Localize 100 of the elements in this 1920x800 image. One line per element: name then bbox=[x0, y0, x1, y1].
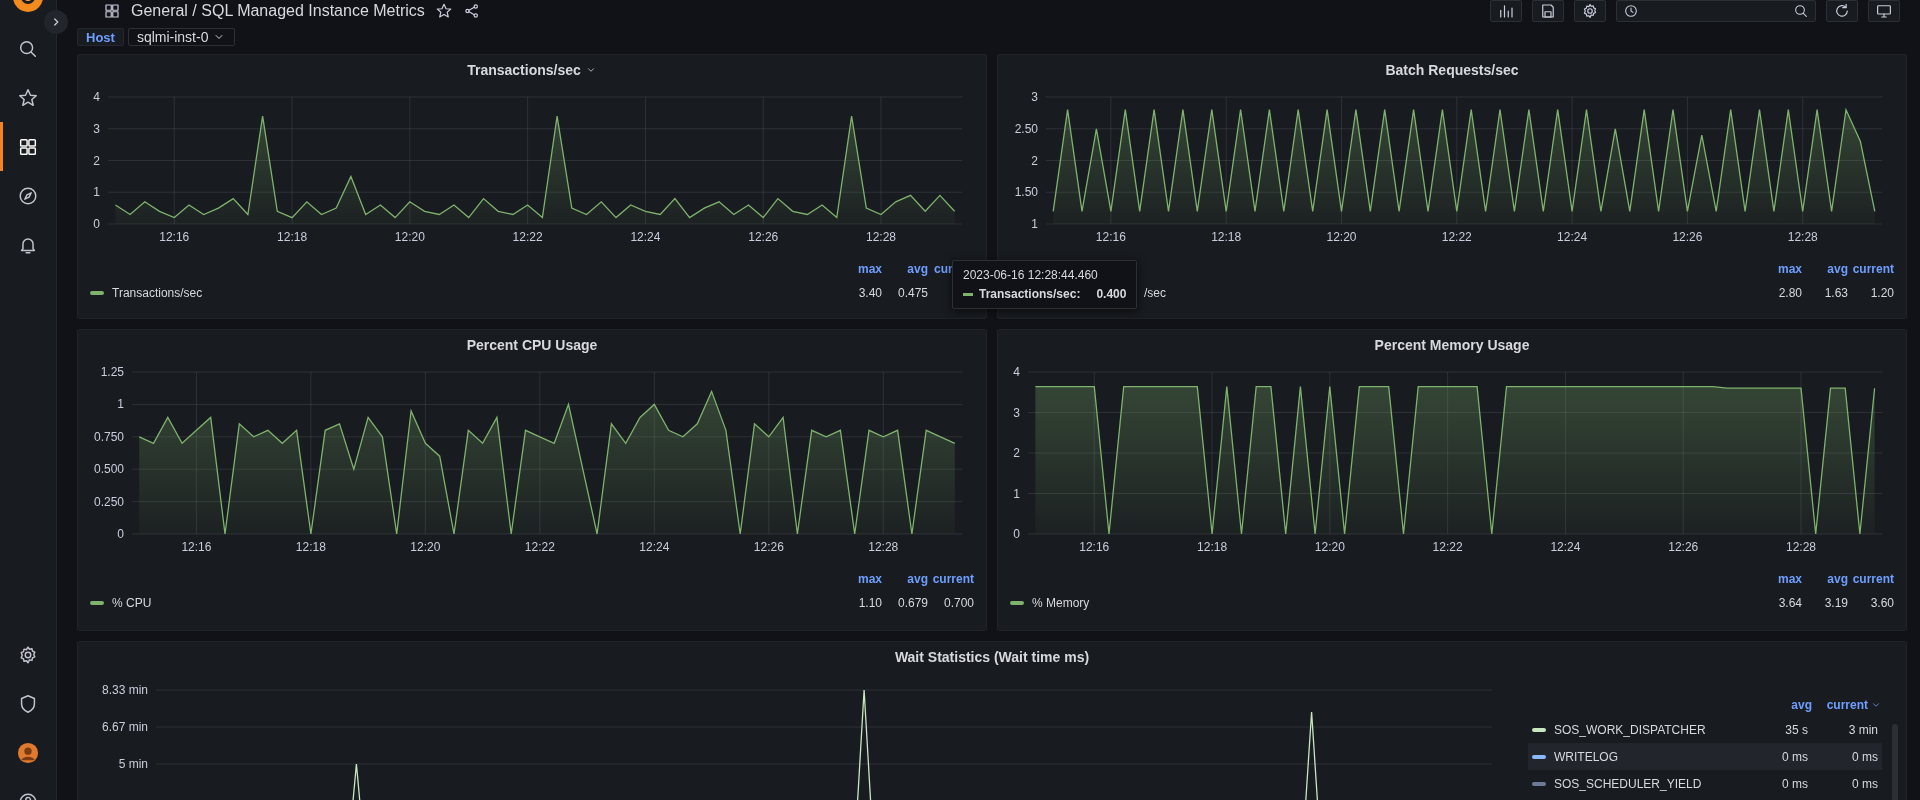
legend-series-name[interactable]: /sec bbox=[1144, 286, 1166, 300]
axis-label: 0.500 bbox=[93, 462, 124, 477]
star-icon bbox=[434, 2, 453, 20]
panel-title[interactable]: Batch Requests/sec bbox=[1385, 62, 1519, 78]
axis-label: 12:16 bbox=[1079, 540, 1110, 554]
time-picker[interactable] bbox=[1616, 0, 1816, 22]
axis-label: 1 bbox=[93, 185, 100, 200]
legend-column-header[interactable]: avg bbox=[1827, 572, 1848, 586]
axis-label: 12:18 bbox=[1197, 540, 1228, 554]
legend-series-name[interactable]: % Memory bbox=[1032, 596, 1090, 610]
legend-column-header[interactable]: avg bbox=[907, 572, 928, 586]
axis-label: 12:18 bbox=[277, 230, 308, 244]
legend-value: 0 ms bbox=[1782, 749, 1808, 764]
refresh-icon bbox=[1833, 2, 1851, 20]
legend-series-name[interactable]: SOS_SCHEDULER_YIELD bbox=[1554, 776, 1702, 791]
panel-title[interactable]: Wait Statistics (Wait time ms) bbox=[894, 649, 1090, 665]
search-icon bbox=[1793, 3, 1809, 19]
clock-icon bbox=[1623, 3, 1639, 19]
legend-row[interactable]: SOS_SCHEDULER_YIELD 0 ms 0 ms bbox=[1528, 770, 1882, 797]
axis-label: 4 bbox=[93, 90, 100, 104]
settings-icon bbox=[1581, 2, 1599, 20]
axis-label: 12:20 bbox=[410, 540, 441, 554]
toolbar-button[interactable] bbox=[1868, 0, 1900, 22]
axis-label: 3 bbox=[93, 121, 100, 136]
axis-label: 0 bbox=[1013, 527, 1020, 541]
bar-chart-icon bbox=[1497, 2, 1515, 20]
expand-button[interactable] bbox=[44, 10, 68, 34]
legend-column-header[interactable]: current bbox=[932, 572, 974, 586]
legend-column-header[interactable]: current bbox=[1852, 572, 1894, 586]
toolbar-button[interactable] bbox=[1490, 0, 1522, 22]
legend-row[interactable]: WRITELOG 0 ms 0 ms bbox=[1528, 743, 1882, 770]
legend-column-header[interactable]: cur bbox=[934, 262, 953, 276]
legend-column-header[interactable]: current bbox=[1826, 698, 1882, 712]
legend-value: 3.19 bbox=[1824, 596, 1848, 610]
legend-column-header[interactable]: max bbox=[857, 572, 882, 586]
legend-column-header[interactable]: current bbox=[1852, 262, 1894, 276]
axis-label: 2 bbox=[1031, 153, 1038, 168]
panel-title[interactable]: Percent CPU Usage bbox=[466, 337, 598, 353]
legend-value: 35 s bbox=[1785, 722, 1808, 737]
axis-label: 1 bbox=[1013, 486, 1020, 501]
axis-label: 4 bbox=[1013, 365, 1020, 379]
axis-label: 0 bbox=[93, 217, 100, 231]
legend-series-name[interactable]: % CPU bbox=[112, 596, 152, 610]
legend-column-header[interactable]: avg bbox=[1791, 698, 1812, 712]
legend-value: 3.40 bbox=[858, 286, 882, 300]
axis-label: 0.750 bbox=[93, 429, 124, 444]
legend-series-name[interactable]: SOS_WORK_DISPATCHER bbox=[1554, 722, 1706, 737]
legend-value: 0 ms bbox=[1782, 776, 1808, 791]
axis-label: 1.25 bbox=[100, 365, 124, 379]
legend-value: 0 ms bbox=[1852, 749, 1878, 764]
toolbar-button[interactable] bbox=[1574, 0, 1606, 22]
axis-label: 3 bbox=[1013, 405, 1020, 420]
axis-label: 2 bbox=[93, 153, 100, 168]
axis-label: 12:28 bbox=[1786, 540, 1817, 554]
toolbar-button[interactable] bbox=[1532, 0, 1564, 22]
avatar-icon bbox=[17, 741, 39, 764]
legend-value: 1.63 bbox=[1824, 286, 1848, 300]
axis-label: 12:18 bbox=[1211, 230, 1242, 244]
axis-label: 1.50 bbox=[1014, 185, 1038, 200]
legend-row[interactable]: SOS_WORK_DISPATCHER 35 s 3 min bbox=[1528, 716, 1882, 743]
toolbar-button[interactable] bbox=[1826, 0, 1858, 22]
share-button[interactable] bbox=[462, 2, 481, 20]
star-icon bbox=[17, 86, 39, 109]
axis-label: 12:22 bbox=[512, 230, 543, 244]
save-icon bbox=[1539, 2, 1557, 20]
axis-label: 12:18 bbox=[295, 540, 326, 554]
monitor-icon bbox=[1875, 2, 1893, 20]
variable-label: Host bbox=[77, 28, 124, 46]
legend-column-header[interactable]: avg bbox=[907, 262, 928, 276]
axis-label: 12:26 bbox=[1668, 540, 1699, 554]
star-button[interactable] bbox=[434, 2, 453, 20]
legend-column-header[interactable]: max bbox=[857, 262, 882, 276]
axis-label: 12:20 bbox=[394, 230, 425, 244]
legend-value: 0.700 bbox=[943, 596, 974, 610]
axis-label: 12:28 bbox=[868, 540, 899, 554]
legend-column-header[interactable]: avg bbox=[1827, 262, 1848, 276]
axis-label: 12:22 bbox=[1441, 230, 1472, 244]
axis-label: 12:20 bbox=[1314, 540, 1345, 554]
axis-label: 1 bbox=[117, 397, 124, 412]
axis-label: 1 bbox=[1031, 217, 1038, 231]
axis-label: 8.33 min bbox=[101, 683, 148, 697]
axis-label: 2 bbox=[1013, 446, 1020, 460]
axis-label: 12:26 bbox=[753, 540, 784, 554]
axis-label: 2.50 bbox=[1014, 121, 1038, 136]
axis-label: 12:20 bbox=[1326, 230, 1357, 244]
axis-label: 12:24 bbox=[1550, 540, 1581, 554]
breadcrumb[interactable]: General / SQL Managed Instance Metrics bbox=[131, 2, 425, 20]
axis-label: 0.250 bbox=[93, 494, 124, 509]
legend-value: 0.475 bbox=[897, 286, 928, 300]
axis-label: 6.67 min bbox=[101, 720, 148, 734]
legend-series-name[interactable]: Transactions/sec bbox=[112, 286, 203, 300]
legend-value: 3.64 bbox=[1778, 596, 1802, 610]
legend-column-header[interactable]: max bbox=[1777, 572, 1802, 586]
legend-series-name[interactable]: WRITELOG bbox=[1554, 749, 1618, 764]
legend-column-header[interactable]: max bbox=[1777, 262, 1802, 276]
panel-title[interactable]: Transactions/sec bbox=[467, 62, 597, 78]
panel-title[interactable]: Percent Memory Usage bbox=[1374, 337, 1530, 353]
legend-value: 2.80 bbox=[1778, 286, 1802, 300]
variable-dropdown[interactable]: sqlmi-inst-0 bbox=[127, 28, 236, 46]
axis-label: 12:28 bbox=[866, 230, 897, 244]
